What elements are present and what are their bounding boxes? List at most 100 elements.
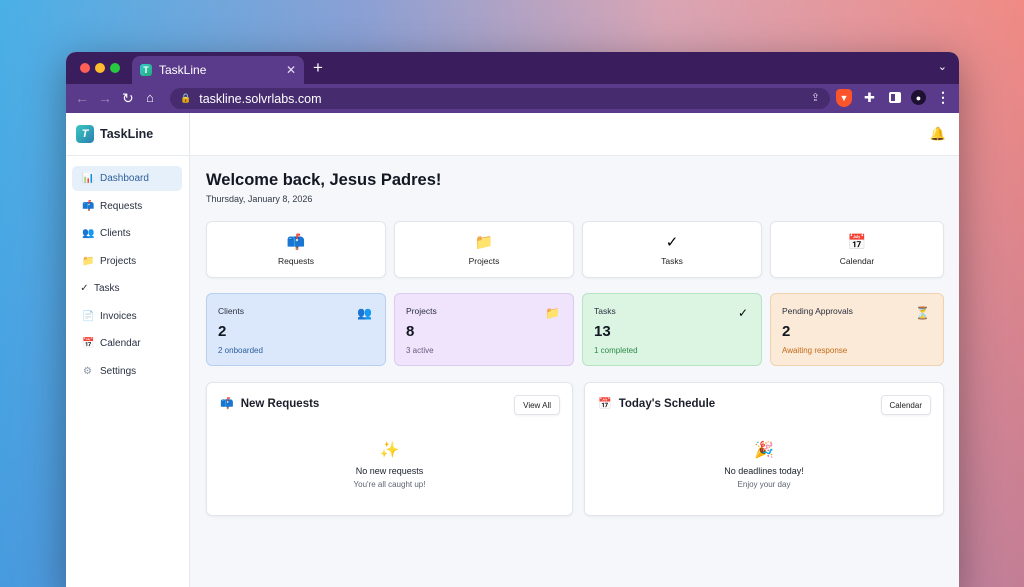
profile-avatar-icon[interactable]: ● bbox=[911, 90, 926, 105]
stat-subtitle: 1 completed bbox=[594, 346, 638, 355]
sidebar-item-clients[interactable]: 👥 Clients bbox=[72, 221, 182, 246]
todays-schedule-panel: 📅 Today's Schedule Calendar 🎉 No deadlin… bbox=[584, 382, 944, 516]
sidebar-item-label: Calendar bbox=[100, 338, 141, 349]
tab-close-icon[interactable]: ✕ bbox=[286, 63, 296, 77]
taskline-app: T TaskLine 📊 Dashboard 📫 Requests 👥 Clie… bbox=[66, 113, 959, 587]
browser-window: T TaskLine ✕ + ⌄ ← → ↻ ⌂ 🔒 taskline.solv… bbox=[66, 52, 959, 587]
sidebar-item-label: Projects bbox=[100, 255, 137, 267]
empty-state: ✨ No new requests You're all caught up! bbox=[207, 440, 572, 489]
brand[interactable]: T TaskLine bbox=[66, 113, 189, 156]
browser-menu-icon[interactable]: ⋮ bbox=[936, 89, 950, 106]
quick-action-label: Requests bbox=[278, 256, 314, 266]
sidebar-item-projects[interactable]: 📁 Projects bbox=[72, 249, 182, 274]
stat-subtitle: 2 onboarded bbox=[218, 346, 263, 355]
sidebar-item-label: Dashboard bbox=[100, 173, 149, 184]
check-icon: ✓ bbox=[737, 306, 748, 320]
tab-search-chevron-icon[interactable]: ⌄ bbox=[938, 60, 947, 73]
stat-value: 2 bbox=[782, 323, 791, 340]
stat-value: 2 bbox=[218, 323, 227, 340]
tab-title: TaskLine bbox=[159, 63, 207, 77]
stat-card-tasks[interactable]: Tasks 13 1 completed ✓ bbox=[582, 293, 762, 366]
stat-card-clients[interactable]: Clients 2 2 onboarded 👥 bbox=[206, 293, 386, 366]
check-icon: ✓ bbox=[80, 283, 89, 294]
quick-action-calendar[interactable]: 📅 Calendar bbox=[770, 221, 944, 278]
calendar-button[interactable]: Calendar bbox=[880, 395, 931, 415]
panel-header: 📅 Today's Schedule bbox=[598, 397, 715, 411]
calendar-icon: 📅 bbox=[847, 233, 867, 251]
sidebar-item-label: Settings bbox=[100, 365, 137, 377]
brave-shield-icon[interactable]: ▼ bbox=[836, 89, 852, 107]
calendar-icon: 📅 bbox=[598, 398, 612, 410]
current-date: Thursday, January 8, 2026 bbox=[206, 194, 313, 204]
sidebar-item-label: Invoices bbox=[100, 310, 137, 322]
minimize-window-button[interactable] bbox=[95, 63, 105, 73]
sidebar: T TaskLine 📊 Dashboard 📫 Requests 👥 Clie… bbox=[66, 113, 190, 587]
lock-icon[interactable]: 🔒 bbox=[180, 93, 191, 104]
brand-name: TaskLine bbox=[100, 127, 154, 141]
mailbox-icon: 📫 bbox=[82, 200, 95, 212]
address-bar: ← → ↻ ⌂ 🔒 taskline.solvrlabs.com ⇪ ▼ ✚ ●… bbox=[66, 84, 959, 113]
reload-icon[interactable]: ↻ bbox=[122, 90, 134, 107]
close-window-button[interactable] bbox=[80, 63, 90, 73]
sidebar-item-tasks[interactable]: ✓ Tasks bbox=[72, 276, 182, 301]
calendar-icon: 📅 bbox=[82, 338, 95, 349]
stat-title: Pending Approvals bbox=[782, 306, 853, 316]
sidebar-item-dashboard[interactable]: 📊 Dashboard bbox=[72, 166, 182, 191]
stat-subtitle: Awaiting response bbox=[782, 346, 848, 355]
main-content: 🔔 Welcome back, Jesus Padres! Thursday, … bbox=[190, 113, 959, 587]
browser-tab[interactable]: T TaskLine ✕ bbox=[132, 56, 304, 84]
empty-state-subtitle: You're all caught up! bbox=[353, 480, 426, 489]
quick-action-projects[interactable]: 📁 Projects bbox=[394, 221, 574, 278]
check-icon: ✓ bbox=[665, 233, 679, 251]
chart-icon: 📊 bbox=[82, 173, 95, 184]
share-icon[interactable]: ⇪ bbox=[811, 91, 820, 104]
document-icon: 📄 bbox=[82, 310, 95, 322]
url-input[interactable]: 🔒 taskline.solvrlabs.com ⇪ bbox=[170, 88, 830, 109]
sidebar-item-invoices[interactable]: 📄 Invoices bbox=[72, 304, 182, 329]
quick-action-requests[interactable]: 📫 Requests bbox=[206, 221, 386, 278]
sidebar-item-calendar[interactable]: 📅 Calendar bbox=[72, 331, 182, 356]
sidebar-item-label: Requests bbox=[100, 200, 143, 212]
panel-header: 📫 New Requests bbox=[220, 397, 319, 411]
sidebar-nav: 📊 Dashboard 📫 Requests 👥 Clients 📁 Proje… bbox=[66, 156, 189, 384]
home-icon[interactable]: ⌂ bbox=[146, 90, 154, 105]
maximize-window-button[interactable] bbox=[110, 63, 120, 73]
sidebar-item-label: Tasks bbox=[94, 283, 120, 294]
view-all-button[interactable]: View All bbox=[514, 395, 560, 415]
bell-icon[interactable]: 🔔 bbox=[930, 126, 946, 142]
folder-icon: 📁 bbox=[474, 233, 494, 251]
stat-title: Projects bbox=[406, 306, 437, 316]
sidebar-toggle-icon[interactable] bbox=[889, 92, 901, 103]
quick-action-label: Calendar bbox=[839, 256, 875, 266]
stat-card-pending-approvals[interactable]: Pending Approvals 2 Awaiting response ⏳ bbox=[770, 293, 944, 366]
forward-arrow-icon[interactable]: → bbox=[98, 90, 112, 106]
empty-state-title: No new requests bbox=[355, 466, 424, 476]
sparkles-icon: ✨ bbox=[379, 442, 400, 459]
quick-action-tasks[interactable]: ✓ Tasks bbox=[582, 221, 762, 278]
page-title: Welcome back, Jesus Padres! bbox=[206, 171, 442, 189]
quick-action-label: Projects bbox=[468, 256, 500, 266]
sidebar-item-settings[interactable]: ⚙ Settings bbox=[72, 359, 182, 384]
sidebar-item-requests[interactable]: 📫 Requests bbox=[72, 194, 182, 219]
folder-icon: 📁 bbox=[82, 255, 95, 267]
url-text: taskline.solvrlabs.com bbox=[199, 91, 322, 106]
taskline-favicon-icon: T bbox=[140, 64, 152, 76]
stat-title: Tasks bbox=[594, 306, 616, 316]
users-icon: 👥 bbox=[357, 306, 372, 320]
gear-icon: ⚙ bbox=[83, 365, 92, 377]
new-tab-button[interactable]: + bbox=[313, 58, 323, 78]
stat-subtitle: 3 active bbox=[406, 346, 434, 355]
folder-icon: 📁 bbox=[545, 306, 560, 320]
back-arrow-icon[interactable]: ← bbox=[75, 90, 89, 106]
empty-state-subtitle: Enjoy your day bbox=[737, 480, 791, 489]
taskline-logo-icon: T bbox=[76, 125, 94, 143]
browser-titlebar: T TaskLine ✕ + ⌄ bbox=[66, 52, 959, 84]
sidebar-item-label: Clients bbox=[100, 228, 131, 239]
stat-card-projects[interactable]: Projects 8 3 active 📁 bbox=[394, 293, 574, 366]
empty-state: 🎉 No deadlines today! Enjoy your day bbox=[585, 440, 943, 489]
empty-state-title: No deadlines today! bbox=[724, 466, 804, 476]
extensions-puzzle-icon[interactable]: ✚ bbox=[864, 90, 875, 106]
hourglass-icon: ⏳ bbox=[915, 306, 930, 320]
new-requests-panel: 📫 New Requests View All ✨ No new request… bbox=[206, 382, 573, 516]
mailbox-icon: 📫 bbox=[220, 398, 234, 410]
